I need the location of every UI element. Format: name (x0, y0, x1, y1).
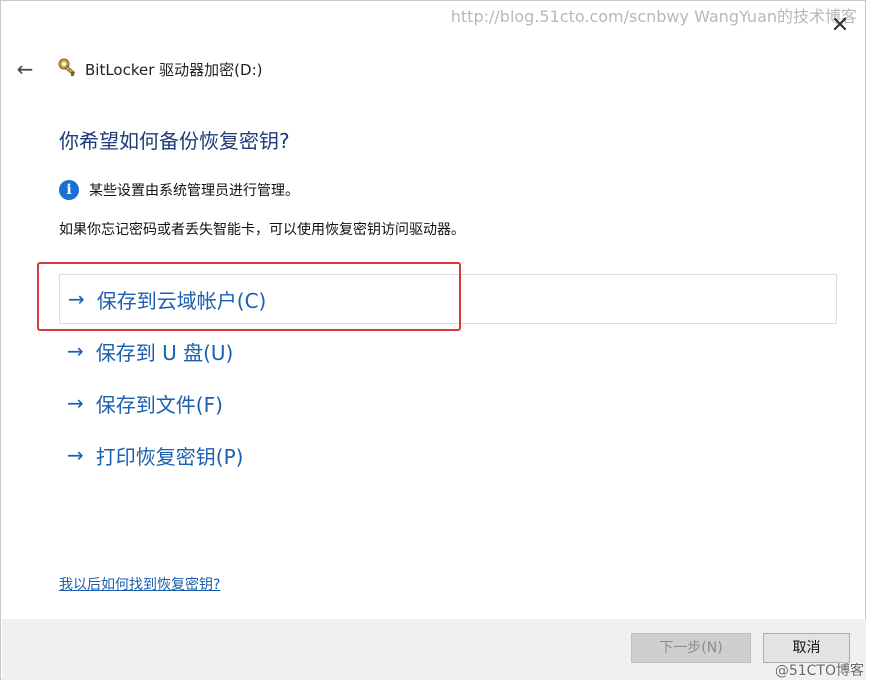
bitlocker-dialog: http://blog.51cto.com/scnbwy WangYuan的技术… (0, 0, 866, 680)
info-icon: i (59, 180, 79, 200)
option-save-file[interactable]: → 保存到文件(F) (59, 378, 223, 428)
cancel-button[interactable]: 取消 (763, 633, 850, 663)
arrow-right-icon: → (67, 443, 84, 467)
page-heading: 你希望如何备份恢复密钥? (59, 129, 290, 153)
dialog-footer: 下一步(N) 取消 (2, 619, 866, 680)
option-save-cloud[interactable]: → 保存到云域帐户(C) (59, 274, 837, 324)
option-save-usb[interactable]: → 保存到 U 盘(U) (59, 326, 233, 376)
option-print-key[interactable]: → 打印恢复密钥(P) (59, 430, 243, 480)
description-text: 如果你忘记密码或者丢失智能卡，可以使用恢复密钥访问驱动器。 (59, 222, 465, 238)
help-link[interactable]: 我以后如何找到恢复密钥? (59, 574, 220, 594)
option-label: 保存到 U 盘(U) (95, 340, 234, 365)
back-arrow-icon[interactable]: ← (13, 57, 37, 81)
info-text: 某些设置由系统管理员进行管理。 (89, 183, 299, 199)
option-label: 保存到文件(F) (95, 392, 223, 417)
arrow-right-icon: → (67, 391, 84, 415)
next-button[interactable]: 下一步(N) (631, 633, 751, 663)
arrow-right-icon: → (68, 287, 85, 311)
option-label: 保存到云域帐户(C) (96, 288, 267, 313)
window-title: BitLocker 驱动器加密(D:) (85, 61, 263, 79)
arrow-right-icon: → (67, 339, 84, 363)
option-label: 打印恢复密钥(P) (95, 444, 244, 469)
watermark-url: http://blog.51cto.com/scnbwy WangYuan的技术… (450, 7, 857, 26)
admin-info-notice: i 某些设置由系统管理员进行管理。 (59, 180, 299, 200)
watermark-site: @51CTO博客 (774, 663, 864, 679)
close-button[interactable]: ✕ (825, 13, 855, 39)
bitlocker-key-icon (57, 57, 79, 79)
